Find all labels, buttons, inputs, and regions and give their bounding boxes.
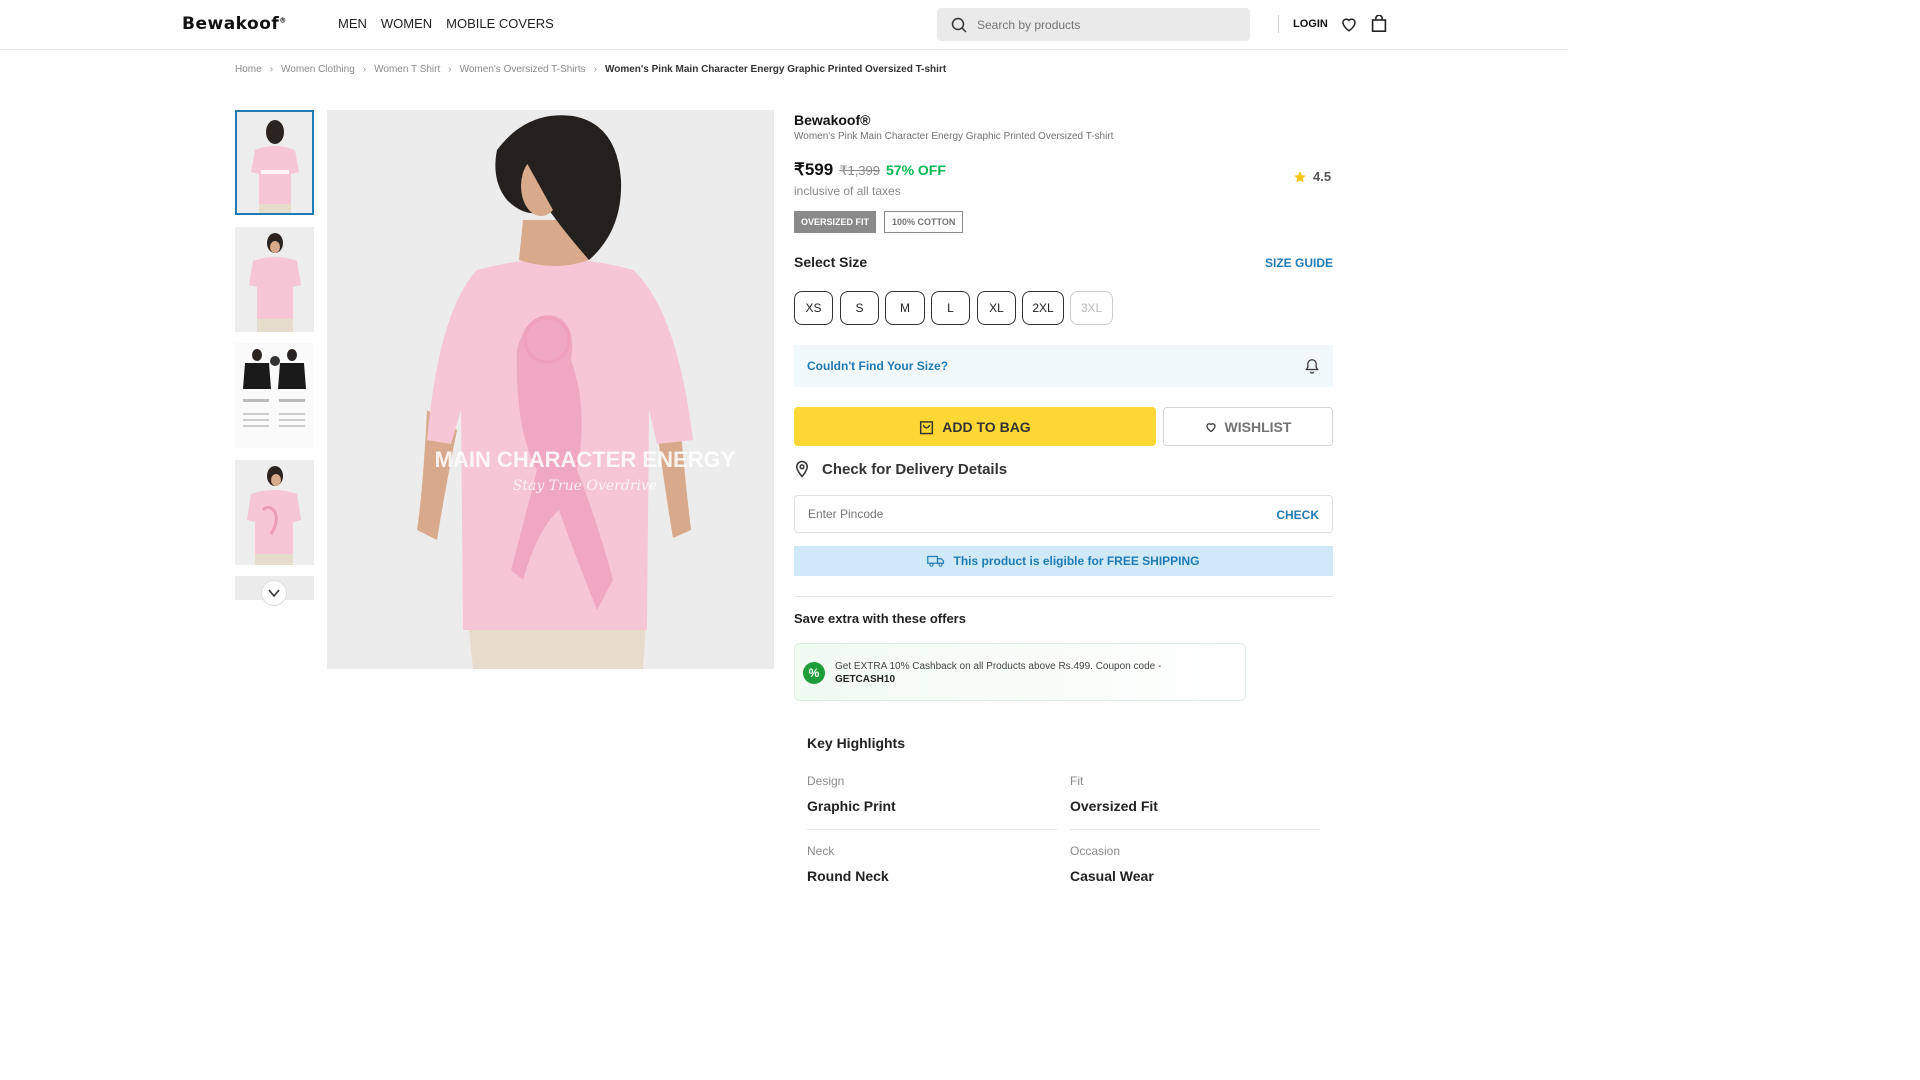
- breadcrumb-women-tshirt[interactable]: Women T Shirt: [374, 64, 440, 75]
- highlight-label-design: Design: [807, 774, 845, 788]
- login-link[interactable]: LOGIN: [1293, 18, 1328, 30]
- breadcrumb-current: Women's Pink Main Character Energy Graph…: [604, 64, 947, 75]
- size-2xl[interactable]: 2XL: [1022, 291, 1064, 325]
- highlight-value-fit: Oversized Fit: [1070, 798, 1158, 814]
- chevron-right-icon: ›: [593, 64, 597, 75]
- chevron-right-icon: ›: [362, 64, 367, 75]
- product-thumb-side: [235, 460, 314, 565]
- size-notify-text: Couldn't Find Your Size?: [807, 359, 949, 373]
- header-divider: [1278, 15, 1279, 33]
- size-l[interactable]: L: [931, 291, 970, 325]
- highlight-label-occasion: Occasion: [1070, 844, 1121, 858]
- delivery-truck-icon: [927, 555, 945, 567]
- breadcrumb-women-clothing[interactable]: Women Clothing: [281, 64, 355, 75]
- rating-value: 4.5: [1313, 169, 1332, 184]
- bell-icon[interactable]: [1305, 358, 1319, 374]
- heart-icon[interactable]: [1340, 15, 1358, 33]
- search-input[interactable]: [977, 8, 1237, 41]
- highlight-value-design: Graphic Print: [807, 798, 896, 814]
- thumbnails-scroll-down[interactable]: [261, 580, 287, 606]
- product-thumb-size-chart: [235, 343, 314, 448]
- wishlist-button[interactable]: WISHLIST: [1163, 407, 1333, 446]
- coupon-code: GETCASH10: [835, 674, 896, 685]
- thumbnail-3[interactable]: [235, 343, 314, 448]
- highlight-value-neck: Round Neck: [807, 868, 889, 884]
- thumbnail-1[interactable]: [235, 110, 314, 215]
- shirt-print-script: Stay True Overdrive: [513, 478, 657, 494]
- original-price: ₹1,399: [839, 163, 880, 178]
- chevron-right-icon: ›: [269, 64, 274, 75]
- heart-icon: [1205, 422, 1216, 432]
- key-highlights-title: Key Highlights: [807, 735, 906, 751]
- size-guide-link[interactable]: SIZE GUIDE: [1265, 256, 1333, 270]
- wishlist-label: WISHLIST: [1224, 418, 1292, 435]
- product-name: Women's Pink Main Character Energy Graph…: [794, 131, 1114, 142]
- add-to-bag-button[interactable]: ADD TO BAG: [794, 407, 1156, 446]
- rating-badge[interactable]: 4.5: [1293, 169, 1331, 184]
- size-xl[interactable]: XL: [977, 291, 1016, 325]
- highlight-value-occasion: Casual Wear: [1070, 868, 1154, 884]
- size-notify-bar[interactable]: Couldn't Find Your Size?: [794, 345, 1333, 387]
- breadcrumb-home[interactable]: Home: [235, 64, 262, 75]
- site-header: Bewakoof® MEN WOMEN MOBILE COVERS LOGIN: [0, 0, 1568, 50]
- offers-title: Save extra with these offers: [794, 611, 966, 626]
- product-brand[interactable]: Bewakoof®: [794, 112, 870, 128]
- free-shipping-banner: This product is eligible for FREE SHIPPI…: [794, 546, 1333, 576]
- offer-card[interactable]: % Get EXTRA 10% Cashback on all Products…: [794, 643, 1246, 701]
- delivery-title-text: Check for Delivery Details: [822, 460, 1008, 478]
- price-block: ₹599 ₹1,399 57% OFF: [794, 160, 946, 180]
- discount-percent: 57% OFF: [886, 162, 946, 178]
- highlight-divider: [807, 829, 1057, 830]
- breadcrumb-oversized[interactable]: Women's Oversized T-Shirts: [460, 64, 586, 75]
- brand-logo[interactable]: Bewakoof®: [182, 14, 287, 34]
- pincode-box: CHECK: [794, 495, 1333, 533]
- shirt-print-text: MAIN CHARACTER ENERGY: [435, 447, 736, 472]
- delivery-title: Check for Delivery Details: [794, 460, 1007, 478]
- nav-women[interactable]: WOMEN: [381, 16, 432, 31]
- free-shipping-text: This product is eligible for FREE SHIPPI…: [953, 554, 1200, 568]
- chevron-down-icon: [268, 589, 280, 598]
- chevron-right-icon: ›: [448, 64, 452, 75]
- highlight-divider: [1070, 829, 1320, 830]
- select-size-title: Select Size: [794, 254, 868, 270]
- add-to-bag-label: ADD TO BAG: [942, 418, 1031, 435]
- highlight-label-neck: Neck: [807, 844, 835, 858]
- model-back-view: MAIN CHARACTER ENERGY Stay True Overdriv…: [327, 110, 774, 669]
- product-thumb-back: [237, 112, 312, 213]
- pincode-input[interactable]: [808, 496, 1248, 532]
- size-3xl: 3XL: [1070, 291, 1113, 325]
- search-bar[interactable]: [937, 8, 1250, 41]
- tag-cotton: 100% COTTON: [884, 211, 964, 233]
- check-pincode-button[interactable]: CHECK: [1276, 508, 1319, 522]
- nav-mobile-covers[interactable]: MOBILE COVERS: [446, 16, 554, 31]
- main-nav: MEN WOMEN MOBILE COVERS: [338, 16, 554, 31]
- product-thumb-front: [235, 227, 314, 332]
- size-xs[interactable]: XS: [794, 291, 833, 325]
- highlight-label-fit: Fit: [1070, 774, 1084, 788]
- size-s[interactable]: S: [840, 291, 879, 325]
- offer-text: Get EXTRA 10% Cashback on all Products a…: [835, 661, 1162, 685]
- discount-badge-icon: %: [803, 662, 825, 684]
- size-m[interactable]: M: [885, 291, 925, 325]
- search-icon: [951, 17, 967, 33]
- main-product-image[interactable]: MAIN CHARACTER ENERGY Stay True Overdriv…: [327, 110, 774, 669]
- section-divider: [794, 596, 1333, 597]
- thumbnail-2[interactable]: [235, 227, 314, 332]
- bag-icon[interactable]: [1371, 15, 1387, 33]
- current-price: ₹599: [794, 160, 834, 179]
- location-pin-icon: [795, 460, 809, 478]
- tax-note: inclusive of all taxes: [794, 184, 901, 198]
- tag-oversized-fit: OVERSIZED FIT: [794, 211, 877, 233]
- nav-men[interactable]: MEN: [338, 16, 367, 31]
- star-icon: [1294, 170, 1306, 183]
- thumbnail-4[interactable]: [235, 460, 314, 565]
- breadcrumb: Home › Women Clothing › Women T Shirt › …: [235, 64, 946, 75]
- bag-icon: [920, 420, 934, 434]
